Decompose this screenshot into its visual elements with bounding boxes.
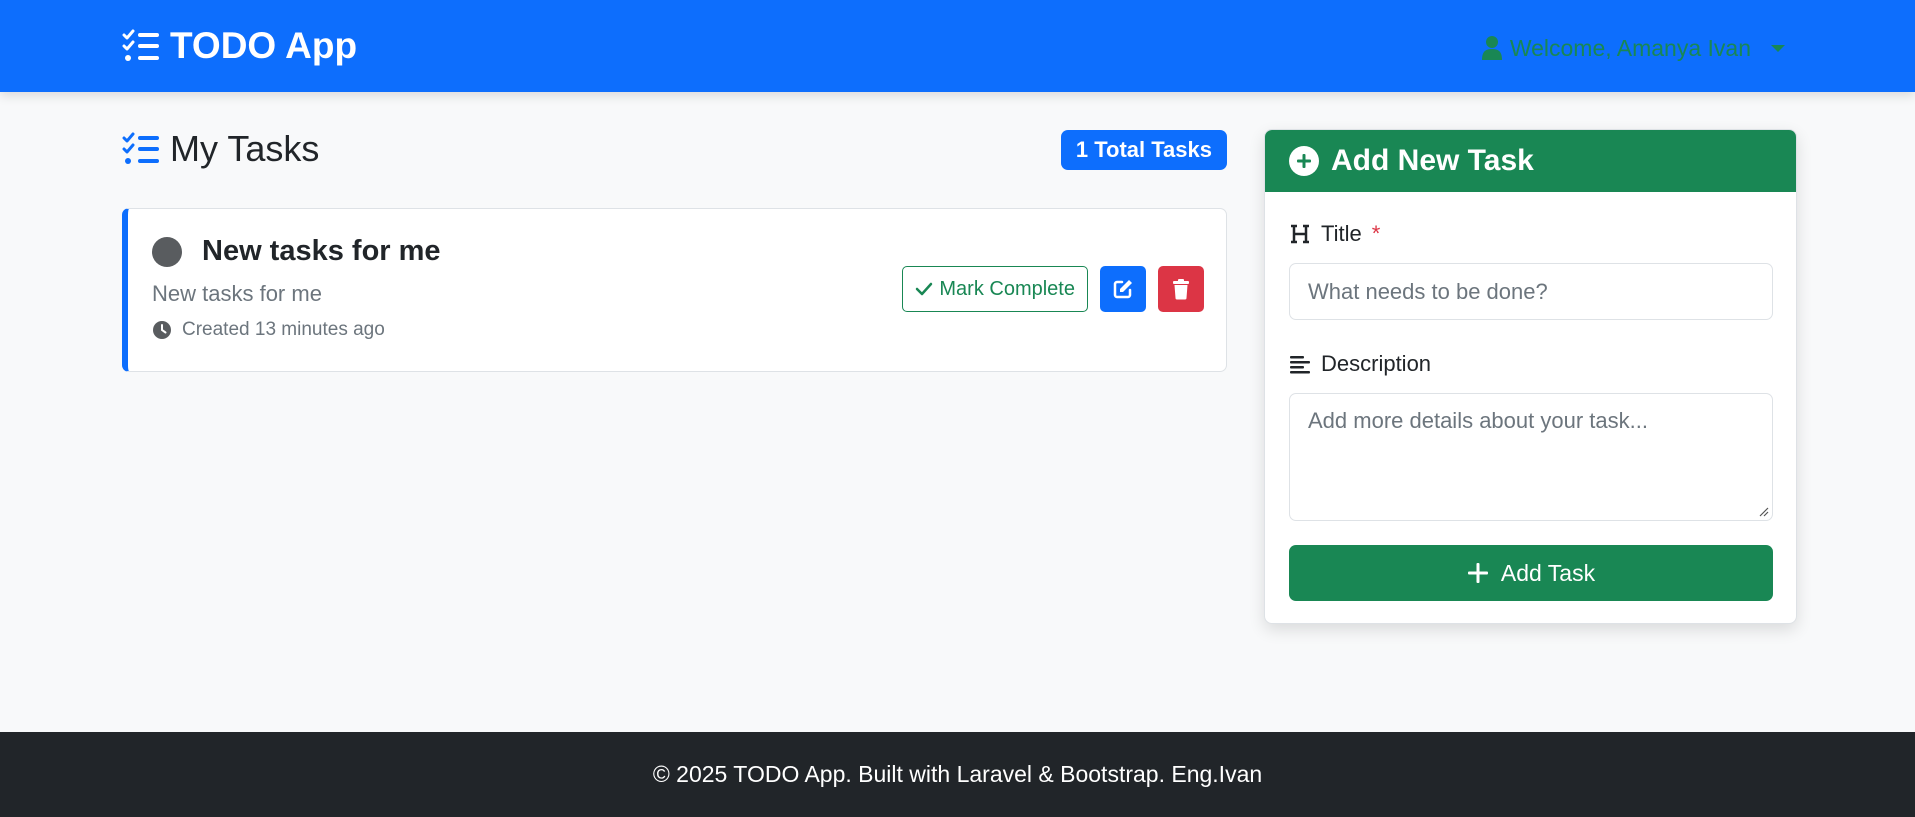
task-title: New tasks for me xyxy=(202,235,441,267)
description-label-text: Description xyxy=(1321,351,1432,376)
tasks-header: My Tasks 1 Total Tasks xyxy=(122,128,1227,178)
add-task-form: Title * What needs to be done? Descripti… xyxy=(1265,192,1796,601)
plus-circle-icon xyxy=(1289,146,1319,176)
description-label: Description xyxy=(1289,350,1772,378)
total-tasks-badge: 1 Total Tasks xyxy=(1060,130,1227,170)
task-created: Created 13 minutes ago xyxy=(152,319,385,341)
add-task-button[interactable]: Add Task xyxy=(1289,545,1773,601)
chevron-down-icon xyxy=(1771,44,1785,52)
task-description: New tasks for me xyxy=(152,281,322,306)
status-circle-icon[interactable] xyxy=(152,237,182,267)
title-label-text: Title xyxy=(1321,221,1362,246)
user-greeting: Welcome, Amanya Ivan xyxy=(1509,34,1751,61)
add-task-label: Add Task xyxy=(1500,559,1596,586)
align-left-icon xyxy=(1290,356,1310,374)
edit-task-button[interactable] xyxy=(1100,266,1146,312)
add-task-card: Add New Task Title * What needs to be do… xyxy=(1264,129,1797,624)
plus-icon xyxy=(1467,563,1488,583)
tasks-list-icon xyxy=(122,29,159,61)
task-created-text: Created 13 minutes ago xyxy=(182,319,385,340)
edit-icon xyxy=(1113,280,1132,299)
resize-handle-icon[interactable] xyxy=(1757,505,1769,517)
user-dropdown[interactable]: Welcome, Amanya Ivan xyxy=(1481,30,1785,66)
description-placeholder: Add more details about your task... xyxy=(1308,408,1648,433)
task-card: New tasks for me New tasks for me Create… xyxy=(122,208,1227,372)
user-icon xyxy=(1481,36,1502,60)
mark-complete-label: Mark Complete xyxy=(939,277,1075,300)
add-task-title: Add New Task xyxy=(1331,144,1534,177)
title-placeholder: What needs to be done? xyxy=(1308,278,1548,304)
check-icon xyxy=(916,282,933,296)
delete-task-button[interactable] xyxy=(1158,266,1204,312)
heading-icon xyxy=(1291,224,1309,244)
title-input[interactable]: What needs to be done? xyxy=(1289,263,1773,320)
footer: © 2025 TODO App. Built with Laravel & Bo… xyxy=(0,732,1915,817)
title-label: Title * xyxy=(1289,220,1772,248)
trash-icon xyxy=(1173,279,1189,300)
mark-complete-button[interactable]: Mark Complete xyxy=(902,266,1088,312)
tasks-heading: My Tasks xyxy=(170,128,320,169)
task-actions: Mark Complete xyxy=(902,266,1204,312)
tasks-section: My Tasks 1 Total Tasks New tasks for me … xyxy=(122,128,1227,372)
tasks-list-icon xyxy=(122,132,159,164)
footer-text: © 2025 TODO App. Built with Laravel & Bo… xyxy=(652,761,1263,787)
required-marker: * xyxy=(1371,221,1381,246)
navbar: TODO App Welcome, Amanya Ivan xyxy=(0,0,1915,92)
brand-name: TODO App xyxy=(170,25,358,66)
clock-icon xyxy=(153,321,171,339)
brand-link[interactable]: TODO App xyxy=(122,24,357,68)
add-task-header: Add New Task xyxy=(1265,130,1796,192)
description-textarea[interactable]: Add more details about your task... xyxy=(1289,393,1773,521)
